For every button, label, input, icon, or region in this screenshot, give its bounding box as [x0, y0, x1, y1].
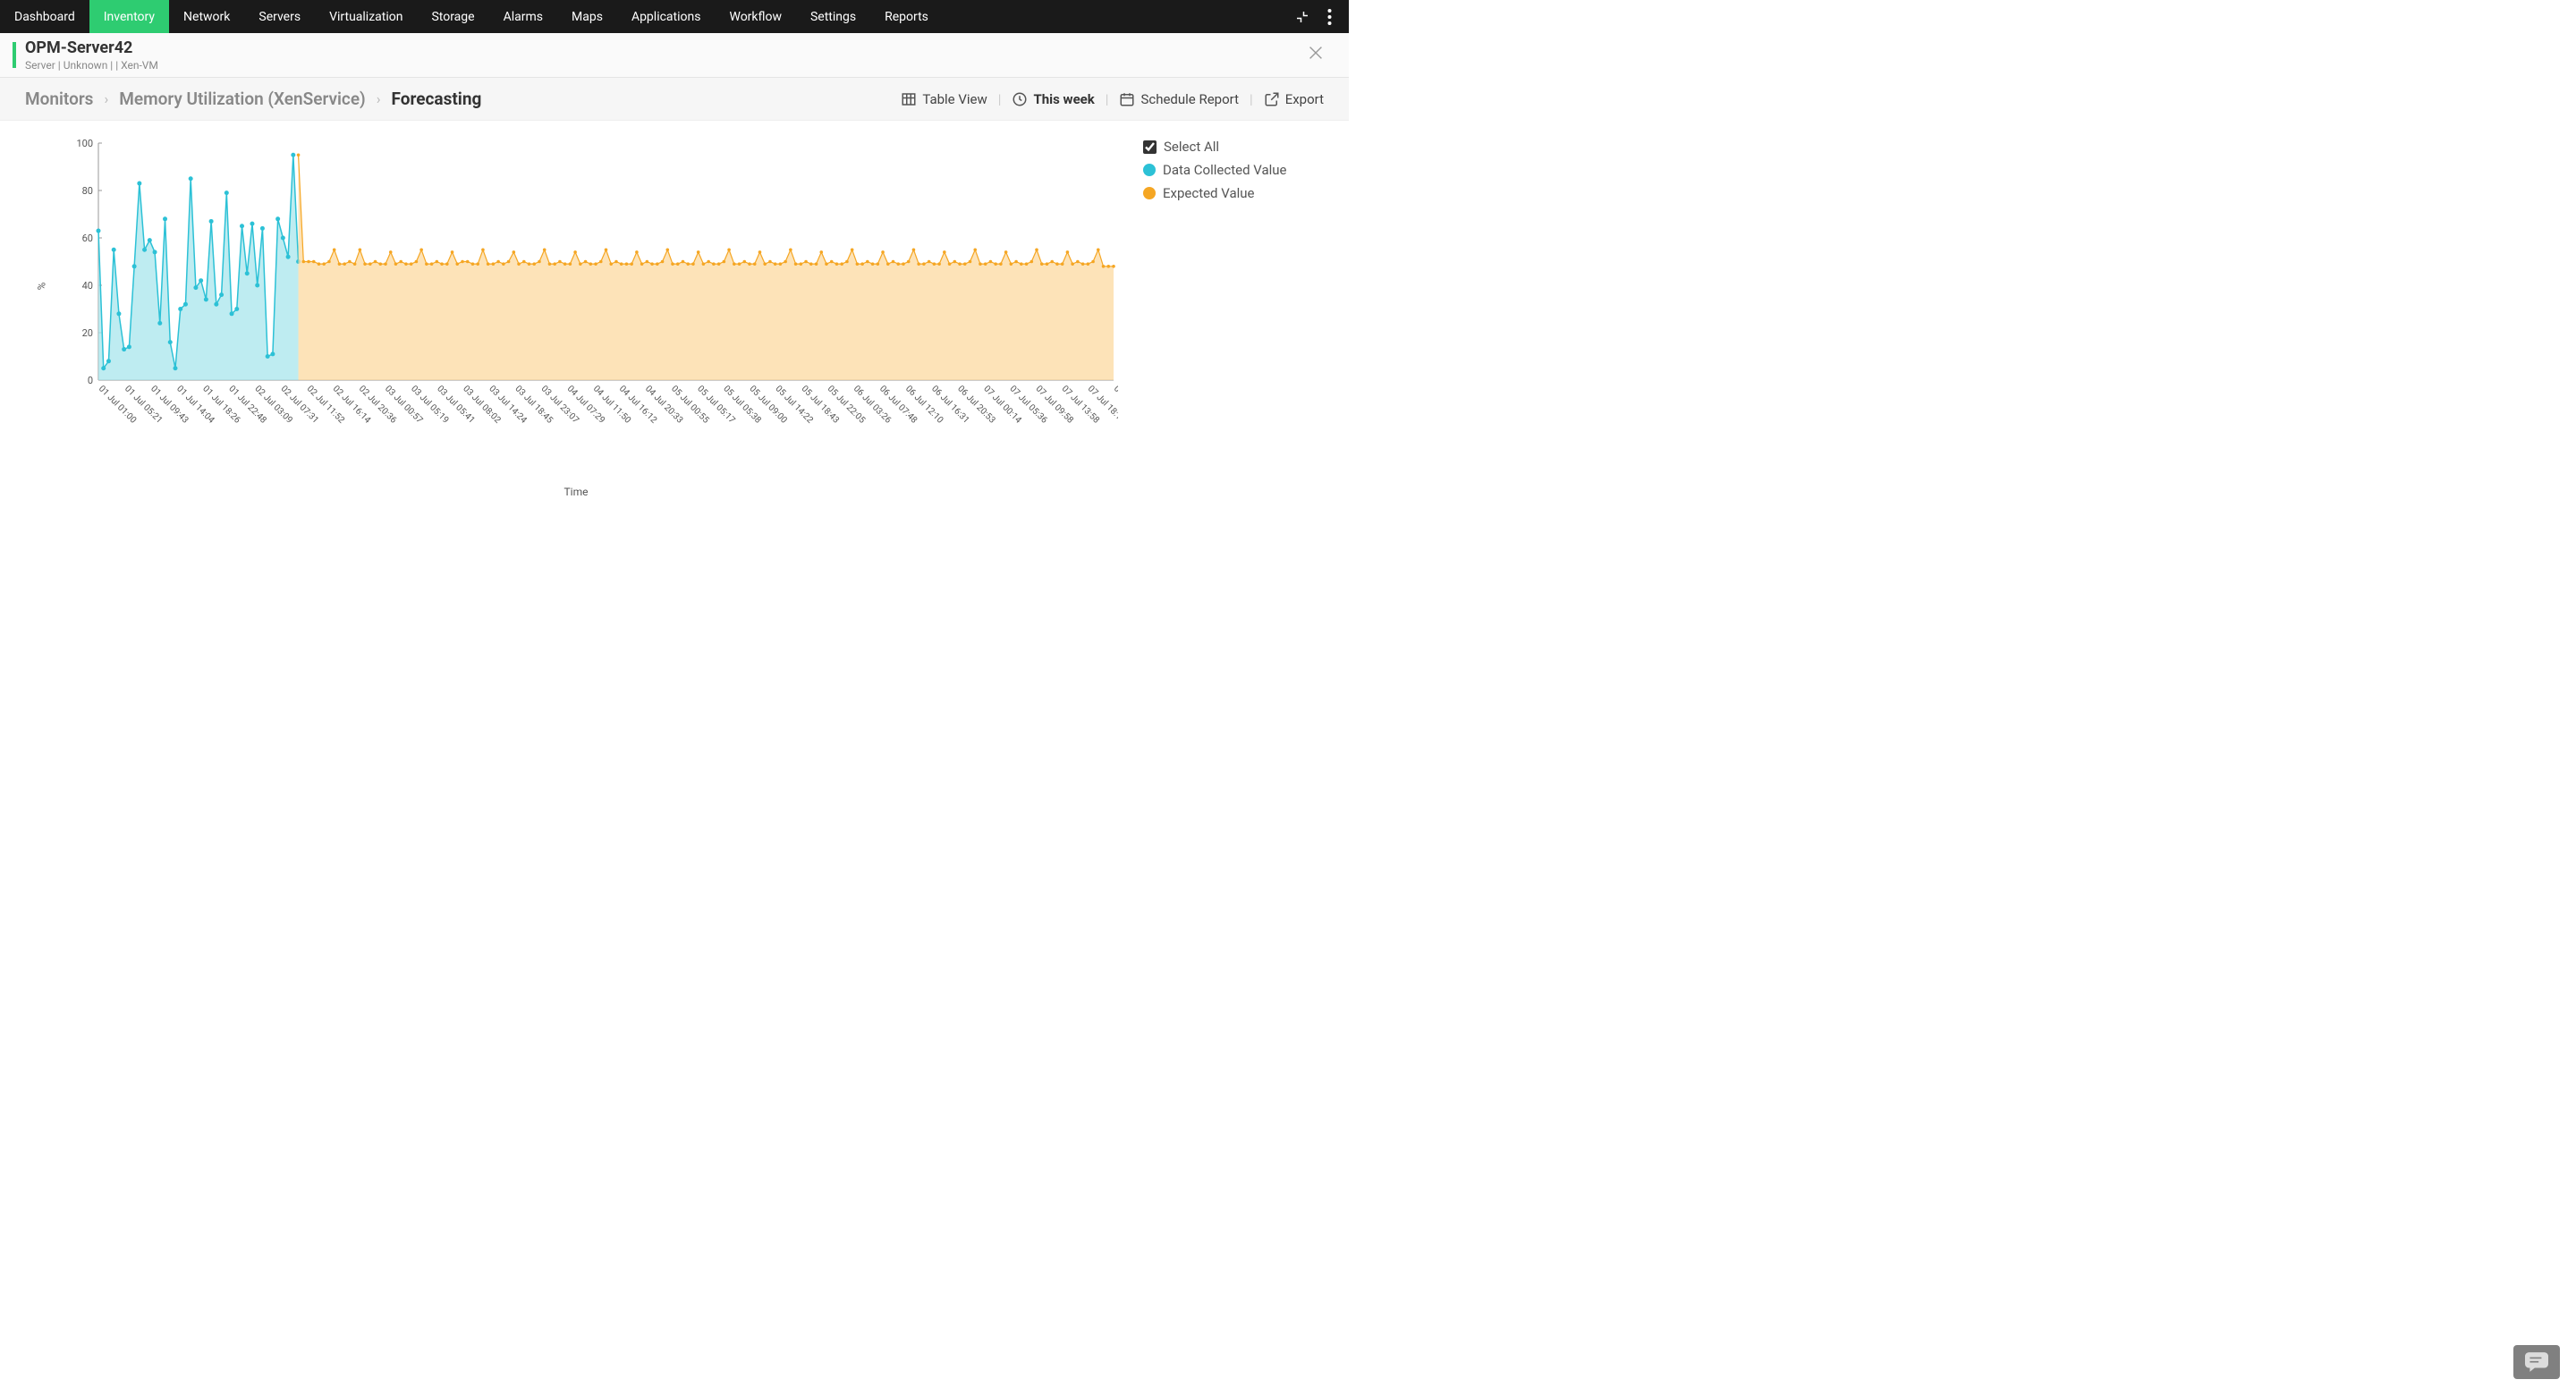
nav-items: DashboardInventoryNetworkServersVirtuali…	[0, 0, 1293, 33]
schedule-report-button[interactable]: Schedule Report	[1119, 91, 1239, 107]
forecast-chart: 02040608010001 Jul 01:0001 Jul 05:2101 J…	[72, 139, 1118, 434]
legend-label: Data Collected Value	[1163, 162, 1287, 178]
more-icon[interactable]	[1320, 8, 1338, 26]
server-title: OPM-Server42	[25, 38, 158, 57]
x-axis-label: Time	[27, 486, 1125, 498]
time-range-button[interactable]: This week	[1012, 91, 1094, 107]
chart-legend: Select All Data Collected Value Expected…	[1125, 139, 1322, 208]
table-view-label: Table View	[922, 91, 987, 107]
divider: |	[1250, 91, 1253, 107]
calendar-icon	[1119, 91, 1135, 107]
nav-network[interactable]: Network	[169, 0, 244, 33]
nav-inventory[interactable]: Inventory	[89, 0, 169, 33]
export-icon	[1264, 91, 1280, 107]
nav-reports[interactable]: Reports	[870, 0, 943, 33]
nav-virtualization[interactable]: Virtualization	[315, 0, 417, 33]
nav-servers[interactable]: Servers	[244, 0, 315, 33]
close-button[interactable]	[1297, 39, 1335, 72]
nav-controls	[1293, 8, 1349, 26]
breadcrumb: Monitors › Memory Utilization (XenServic…	[25, 89, 481, 109]
chevron-right-icon: ›	[377, 90, 381, 107]
minimize-icon[interactable]	[1293, 8, 1311, 26]
nav-alarms[interactable]: Alarms	[489, 0, 557, 33]
nav-maps[interactable]: Maps	[557, 0, 617, 33]
divider: |	[998, 91, 1002, 107]
svg-text:20: 20	[82, 327, 93, 339]
nav-dashboard[interactable]: Dashboard	[0, 0, 89, 33]
nav-settings[interactable]: Settings	[796, 0, 870, 33]
svg-text:40: 40	[82, 280, 93, 292]
crumb-forecasting: Forecasting	[392, 89, 482, 109]
svg-text:0: 0	[88, 375, 93, 386]
chart-area: % 02040608010001 Jul 01:0001 Jul 05:2101…	[0, 121, 1349, 498]
legend-select-all[interactable]: Select All	[1143, 139, 1322, 155]
server-header: OPM-Server42 Server | Unknown | | Xen-VM	[0, 33, 1349, 78]
legend-label: Expected Value	[1163, 185, 1254, 201]
crumb-memory[interactable]: Memory Utilization (XenService)	[119, 89, 365, 109]
server-meta: Server | Unknown | | Xen-VM	[25, 59, 158, 72]
accent-bar	[13, 42, 16, 68]
legend-data-collected[interactable]: Data Collected Value	[1143, 162, 1322, 178]
toolbar-actions: Table View | This week | Schedule Report…	[901, 91, 1324, 107]
top-nav: DashboardInventoryNetworkServersVirtuali…	[0, 0, 1349, 33]
dot-icon	[1143, 164, 1156, 176]
chat-button[interactable]	[2513, 1345, 2560, 1379]
clock-icon	[1012, 91, 1028, 107]
nav-workflow[interactable]: Workflow	[715, 0, 796, 33]
svg-text:100: 100	[76, 139, 93, 149]
schedule-report-label: Schedule Report	[1140, 91, 1239, 107]
export-button[interactable]: Export	[1264, 91, 1324, 107]
crumb-monitors[interactable]: Monitors	[25, 89, 93, 109]
table-view-button[interactable]: Table View	[901, 91, 987, 107]
time-range-label: This week	[1033, 91, 1094, 107]
legend-expected[interactable]: Expected Value	[1143, 185, 1322, 201]
select-all-checkbox[interactable]	[1143, 140, 1157, 154]
table-icon	[901, 91, 917, 107]
nav-applications[interactable]: Applications	[617, 0, 716, 33]
toolbar: Monitors › Memory Utilization (XenServic…	[0, 78, 1349, 121]
divider: |	[1106, 91, 1109, 107]
chevron-right-icon: ›	[104, 90, 108, 107]
export-label: Export	[1285, 91, 1324, 107]
nav-storage[interactable]: Storage	[417, 0, 488, 33]
dot-icon	[1143, 187, 1156, 199]
select-all-label: Select All	[1164, 139, 1219, 155]
y-axis-label: %	[35, 283, 47, 291]
svg-text:80: 80	[82, 185, 93, 197]
svg-text:60: 60	[82, 233, 93, 244]
